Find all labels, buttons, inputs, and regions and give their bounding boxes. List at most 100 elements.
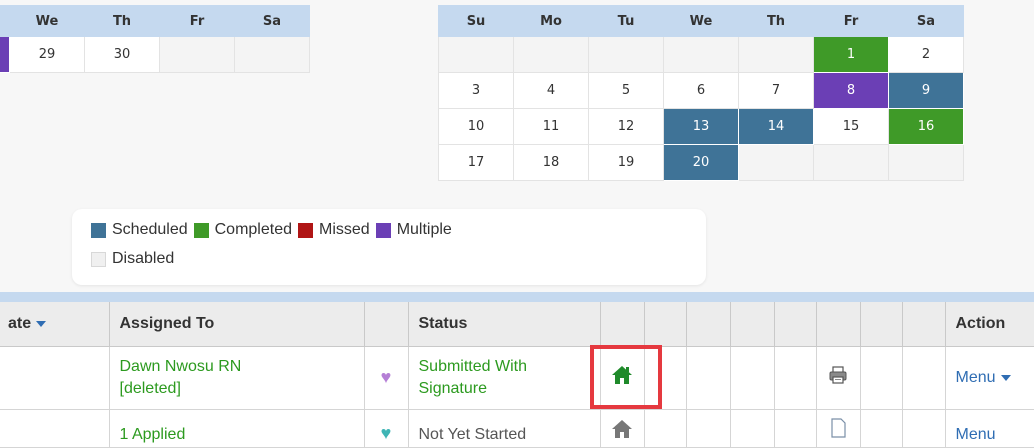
calendar-week: 3456789 bbox=[438, 72, 964, 109]
column-header-assigned-to[interactable]: Assigned To bbox=[109, 302, 365, 347]
calendar-week: 29 30 bbox=[0, 36, 310, 73]
cell-blank-8 bbox=[860, 409, 903, 448]
calendar-day-empty bbox=[663, 36, 739, 73]
calendar-day[interactable]: 14 bbox=[738, 108, 814, 145]
home-icon[interactable] bbox=[611, 418, 633, 440]
calendar-day[interactable]: 11 bbox=[513, 108, 589, 145]
cell-status: Not Yet Started bbox=[408, 409, 601, 448]
sort-down-icon bbox=[36, 320, 47, 327]
calendar-day-empty bbox=[588, 36, 664, 73]
weekday-header: Fr bbox=[813, 5, 889, 37]
cell-home-visit[interactable] bbox=[600, 409, 645, 448]
chevron-down-icon bbox=[1000, 374, 1011, 381]
cell-date bbox=[0, 346, 110, 410]
legend-swatch-missed bbox=[298, 222, 313, 238]
calendar-week: 17 18 19 20 bbox=[438, 144, 964, 181]
column-header-status[interactable]: Status bbox=[408, 302, 601, 347]
column-header-date[interactable]: ate bbox=[0, 302, 110, 347]
weekday-header: Th bbox=[84, 5, 160, 37]
assigned-name[interactable]: 1 Applied bbox=[120, 424, 364, 446]
calendar-week: 12 bbox=[438, 36, 964, 73]
menu-button[interactable]: Menu bbox=[956, 369, 996, 386]
calendar-day[interactable]: 7 bbox=[738, 72, 814, 109]
column-header-blank-4 bbox=[686, 302, 731, 347]
calendar-day[interactable]: 30 bbox=[84, 36, 160, 73]
legend-label-multiple: Multiple bbox=[396, 221, 452, 238]
cell-heart: ♥ bbox=[364, 409, 409, 448]
visits-table: ate Assigned To Status Action Dawn Nwosu… bbox=[0, 302, 1034, 448]
cell-print[interactable] bbox=[816, 346, 861, 410]
calendar-day-empty bbox=[159, 36, 235, 73]
legend-item-disabled: Disabled bbox=[91, 250, 174, 268]
column-header-blank-2 bbox=[600, 302, 645, 347]
legend-label-scheduled: Scheduled bbox=[112, 221, 188, 238]
calendar-day[interactable]: 18 bbox=[513, 144, 589, 181]
calendar-day[interactable]: 29 bbox=[9, 36, 85, 73]
legend-item-missed: Missed bbox=[298, 221, 370, 239]
calendar-day[interactable]: 10 bbox=[438, 108, 514, 145]
weekday-header: Sa bbox=[234, 5, 310, 37]
cell-blank-4 bbox=[686, 346, 731, 410]
cell-assigned-to: 1 Applied bbox=[109, 409, 365, 448]
calendar-previous-month: We Th Fr Sa 29 30 bbox=[0, 5, 310, 73]
calendar-day[interactable]: 16 bbox=[888, 108, 964, 145]
cell-blank-5 bbox=[730, 409, 775, 448]
calendar-day-empty bbox=[888, 144, 964, 181]
calendar-day[interactable]: 12 bbox=[588, 108, 664, 145]
cell-document[interactable] bbox=[816, 409, 861, 448]
status-text: Not Yet Started bbox=[418, 426, 527, 443]
cell-date bbox=[0, 409, 110, 448]
calendar-day[interactable]: 13 bbox=[663, 108, 739, 145]
legend-swatch-disabled bbox=[91, 251, 106, 267]
column-header-blank-6 bbox=[774, 302, 817, 347]
menu-button[interactable]: Menu bbox=[956, 424, 996, 446]
column-header-blank-9 bbox=[902, 302, 946, 347]
calendar-day-empty bbox=[234, 36, 310, 73]
highlight-box bbox=[590, 345, 662, 409]
legend-label-missed: Missed bbox=[319, 221, 370, 238]
calendar-day[interactable]: 8 bbox=[813, 72, 889, 109]
calendar-day[interactable]: 5 bbox=[588, 72, 664, 109]
calendar-day[interactable]: 15 bbox=[813, 108, 889, 145]
calendar-day-empty bbox=[0, 36, 10, 73]
calendar-day[interactable]: 19 bbox=[588, 144, 664, 181]
weekday-header: Th bbox=[738, 5, 814, 37]
calendar-day[interactable]: 20 bbox=[663, 144, 739, 181]
weekday-header: Su bbox=[438, 5, 514, 37]
document-icon[interactable] bbox=[829, 418, 847, 438]
calendar-day-empty bbox=[513, 36, 589, 73]
cell-assigned-to[interactable]: Dawn Nwosu RN [deleted] bbox=[109, 346, 365, 410]
calendar-current-month: Su Mo Tu We Th Fr Sa 1 2 3 4 5 6 7 8 9 10 11 12 13 14 15 16 17… bbox=[438, 5, 964, 181]
column-header-blank-8 bbox=[860, 302, 903, 347]
legend-item-completed: Completed bbox=[193, 221, 292, 239]
legend-item-multiple: Multiple bbox=[375, 221, 452, 239]
legend-swatch-completed bbox=[193, 222, 209, 238]
calendar-day[interactable]: 17 bbox=[438, 144, 514, 181]
calendar-day-empty bbox=[438, 36, 514, 73]
calendar-day[interactable]: 1 bbox=[813, 36, 889, 73]
assigned-name[interactable]: Dawn Nwosu RN bbox=[120, 356, 364, 378]
calendar-day[interactable]: 6 bbox=[663, 72, 739, 109]
cell-action[interactable]: Menu bbox=[945, 409, 1034, 448]
heart-icon: ♥ bbox=[380, 367, 392, 387]
calendar-day-empty bbox=[813, 144, 889, 181]
cell-action[interactable]: Menu bbox=[945, 346, 1034, 410]
legend-swatch-multiple bbox=[375, 222, 391, 238]
cell-status: Submitted With Signature bbox=[408, 346, 601, 410]
weekday-header: Fr bbox=[159, 5, 235, 37]
calendar-day[interactable]: 3 bbox=[438, 72, 514, 109]
cell-heart: ♥ bbox=[364, 346, 409, 410]
heart-icon: ♥ bbox=[380, 423, 392, 443]
calendar-day[interactable]: 9 bbox=[888, 72, 964, 109]
status-line-2: Signature bbox=[418, 380, 488, 397]
weekday-header bbox=[0, 5, 10, 37]
printer-icon[interactable] bbox=[828, 365, 848, 385]
calendar-day[interactable]: 2 bbox=[888, 36, 964, 73]
weekday-header: Tu bbox=[588, 5, 664, 37]
table-row: 1 Applied ♥ Not Yet Started Menu bbox=[0, 409, 1034, 448]
cell-blank-5 bbox=[730, 346, 775, 410]
legend-label-completed: Completed bbox=[214, 221, 292, 238]
calendar-day[interactable]: 4 bbox=[513, 72, 589, 109]
cell-blank-9 bbox=[902, 409, 946, 448]
column-header-blank-7 bbox=[816, 302, 861, 347]
